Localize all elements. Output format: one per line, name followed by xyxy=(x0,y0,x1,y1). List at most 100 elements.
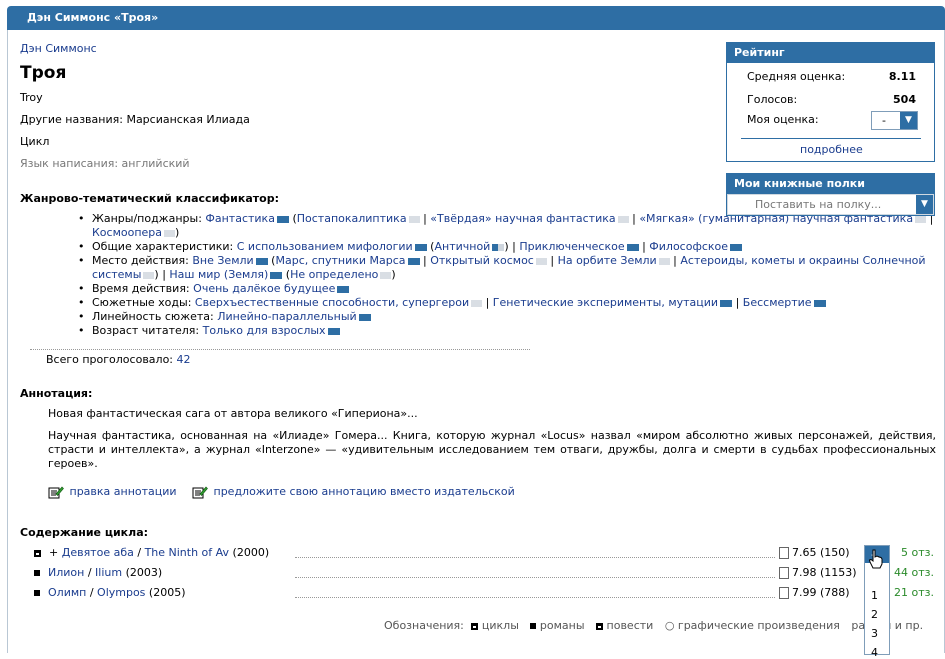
genre-link[interactable]: Очень далёкое будущее xyxy=(193,282,335,295)
suggest-annotation[interactable]: предложите свою аннотацию вместо издател… xyxy=(192,485,515,499)
suggest-annotation-link[interactable]: предложите свою аннотацию вместо издател… xyxy=(214,485,515,498)
genre-link[interactable]: Античной xyxy=(434,240,490,253)
cycle-marker-icon xyxy=(34,549,41,557)
contents-item: Олимп / Olympos (2005) xyxy=(34,586,186,599)
work-year: (2000) xyxy=(232,546,270,559)
contents-item: Илион / Ilium (2003) xyxy=(34,566,162,579)
annotation-text-2: Научная фантастика, основанная на «Илиад… xyxy=(48,429,936,470)
genre-link[interactable]: Приключенческое xyxy=(519,240,624,253)
genre-link[interactable]: «Твёрдая» научная фантастика xyxy=(430,212,615,225)
votes-total: Всего проголосовало: 42 xyxy=(46,353,191,366)
novel-marker-icon xyxy=(34,590,40,596)
work-year: (2005) xyxy=(148,586,186,599)
work-type: Цикл xyxy=(20,135,50,148)
dropdown-option[interactable]: 2 xyxy=(871,608,878,621)
work-votes: (150) xyxy=(820,546,850,559)
genre-link[interactable]: Постапокалиптика xyxy=(297,212,407,225)
original-title: Troy xyxy=(20,91,43,104)
my-rating-select[interactable]: - ▼ xyxy=(871,111,918,130)
work-rating-value: 7.99 xyxy=(792,586,817,599)
chevron-down-icon[interactable]: ▼ xyxy=(900,112,917,129)
annotation-heading: Аннотация: xyxy=(20,387,93,400)
separator: | xyxy=(419,254,431,267)
leader-dots xyxy=(295,597,775,598)
separator: ) xyxy=(391,268,396,281)
chevron-down-icon[interactable]: ▼ xyxy=(916,195,933,214)
genre-link[interactable]: Марс, спутники Марса xyxy=(275,254,405,267)
expand-toggle[interactable]: + xyxy=(49,546,62,559)
vote-share-bar xyxy=(626,243,639,251)
legend-label: Обозначения: xyxy=(384,619,464,632)
genre-link[interactable]: Фантастика xyxy=(205,212,275,225)
shelf-select[interactable]: Поставить на полку... ▼ xyxy=(727,194,934,215)
votes-value: 504 xyxy=(893,93,916,106)
my-rating-value: - xyxy=(882,114,886,127)
genre-link[interactable]: Открытый космос xyxy=(430,254,534,267)
classifier-divider xyxy=(30,349,530,350)
dropdown-option[interactable]: 1 xyxy=(871,589,878,602)
document-icon[interactable] xyxy=(779,587,789,599)
contents-heading: Содержание цикла: xyxy=(20,526,149,539)
separator: | xyxy=(669,254,681,267)
genre-link[interactable]: Космоопера xyxy=(92,226,162,239)
votes-total-link[interactable]: 42 xyxy=(177,353,191,366)
rating-more-link[interactable]: подробнее xyxy=(800,143,863,156)
votes-total-label: Всего проголосовало: xyxy=(46,353,174,366)
genre-link[interactable]: С использованием мифологии xyxy=(237,240,413,253)
genre-link[interactable]: Вне Земли xyxy=(192,254,253,267)
work-rating-value: 7.98 xyxy=(792,566,817,579)
work-rating: 7.98 (1153) xyxy=(779,566,857,579)
dropdown-option[interactable]: 3 xyxy=(871,627,878,640)
legend-graphic: графические произведения xyxy=(677,619,840,632)
vote-share-bar xyxy=(380,271,392,279)
rating-divider xyxy=(741,138,921,139)
classifier-row-label: Место действия: xyxy=(92,254,189,267)
vote-share-bar xyxy=(813,299,826,307)
legend-novellas: повести xyxy=(606,619,654,632)
work-link[interactable]: Девятое аба xyxy=(62,546,134,559)
legend: Обозначения: циклы романы повести ○ граф… xyxy=(384,619,923,632)
work-original-link[interactable]: Ilium xyxy=(95,566,122,579)
work-original-link[interactable]: The Ninth of Av xyxy=(145,546,229,559)
work-link[interactable]: Илион xyxy=(48,566,84,579)
other-names-value: Марсианская Илиада xyxy=(126,113,250,126)
reviews-link[interactable]: 5 отз. xyxy=(901,546,934,559)
legend-cycles: циклы xyxy=(481,619,519,632)
genre-link[interactable]: Наш мир (Земля) xyxy=(169,268,268,281)
vote-share-bar xyxy=(358,313,371,321)
genre-link[interactable]: Только для взрослых xyxy=(203,324,326,337)
work-rating-value: 7.65 xyxy=(792,546,817,559)
genre-link[interactable]: Философское xyxy=(649,240,728,253)
separator: | xyxy=(638,240,650,253)
work-original-link[interactable]: Olympos xyxy=(97,586,145,599)
classifier-row-label: Время действия: xyxy=(92,282,190,295)
document-icon[interactable] xyxy=(779,567,789,579)
edit-annotation[interactable]: правка аннотации xyxy=(48,485,177,499)
classifier-row: Время действия: Очень далёкое будущее xyxy=(78,282,938,296)
shelf-placeholder: Поставить на полку... xyxy=(755,198,882,211)
classifier-list: Жанры/поджанры: Фантастика (Постапокалип… xyxy=(78,212,938,338)
classifier-row: Жанры/поджанры: Фантастика (Постапокалип… xyxy=(78,212,938,240)
genre-link[interactable]: На орбите Земли xyxy=(558,254,657,267)
separator: | xyxy=(482,296,493,309)
reviews-link[interactable]: 44 отз. xyxy=(894,566,934,579)
genre-link[interactable]: Линейно-параллельный xyxy=(217,310,356,323)
vote-share-bar xyxy=(270,271,283,279)
edit-annotation-link[interactable]: правка аннотации xyxy=(70,485,177,498)
legend-novels: романы xyxy=(539,619,585,632)
graphic-marker-icon: ○ xyxy=(664,619,675,632)
genre-link[interactable]: Генетические эксперименты, мутации xyxy=(493,296,718,309)
other-names-label: Другие названия: xyxy=(20,113,123,126)
vote-share-bar xyxy=(492,243,505,251)
vote-share-bar xyxy=(408,215,420,223)
separator: | xyxy=(546,254,558,267)
reviews-link[interactable]: 21 отз. xyxy=(894,586,934,599)
genre-link[interactable]: Сверхъестественные способности, супергер… xyxy=(195,296,469,309)
genre-link[interactable]: Не определено xyxy=(290,268,378,281)
vote-share-bar xyxy=(535,257,547,265)
genre-link[interactable]: Бессмертие xyxy=(743,296,812,309)
document-icon[interactable] xyxy=(779,547,789,559)
work-link[interactable]: Олимп xyxy=(48,586,86,599)
classifier-row: Возраст читателя: Только для взрослых xyxy=(78,324,938,338)
author-link[interactable]: Дэн Симмонс xyxy=(20,42,97,55)
